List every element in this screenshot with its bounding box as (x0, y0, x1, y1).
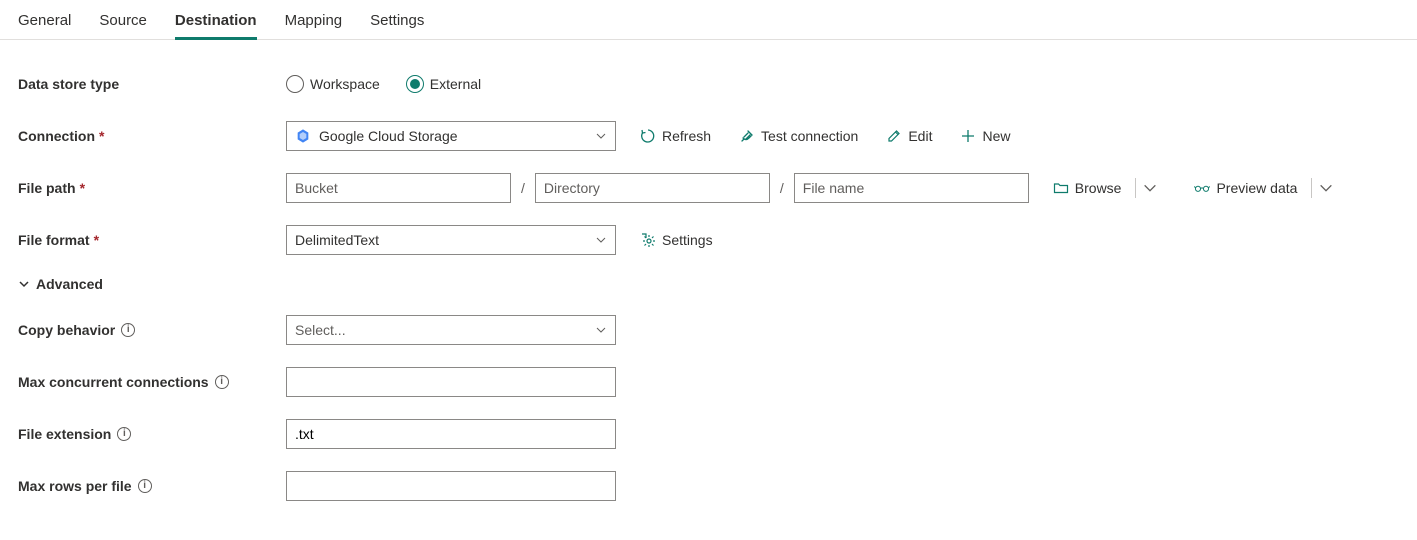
label-connection: Connection (18, 128, 95, 144)
label-copy-behavior: Copy behavior (18, 322, 115, 338)
file-format-value: DelimitedText (295, 232, 379, 248)
info-icon[interactable]: i (138, 479, 152, 493)
test-connection-label: Test connection (761, 128, 858, 144)
chevron-down-icon (595, 130, 607, 142)
file-extension-input-wrap (286, 419, 616, 449)
label-file-format: File format (18, 232, 90, 248)
directory-input-wrap (535, 173, 770, 203)
tabs-bar: General Source Destination Mapping Setti… (0, 0, 1417, 40)
tab-mapping[interactable]: Mapping (285, 6, 343, 40)
info-icon[interactable]: i (215, 375, 229, 389)
browse-label: Browse (1075, 180, 1122, 196)
chevron-down-icon (18, 278, 30, 290)
bucket-input[interactable] (295, 180, 502, 196)
format-settings-label: Settings (662, 232, 713, 248)
radio-external[interactable]: External (406, 75, 481, 93)
required-marker: * (94, 232, 99, 248)
browse-more-button[interactable] (1135, 178, 1164, 198)
info-icon[interactable]: i (117, 427, 131, 441)
label-file-extension: File extension (18, 426, 111, 442)
gear-settings-icon (640, 232, 656, 248)
folder-icon (1053, 180, 1069, 196)
preview-more-button[interactable] (1311, 178, 1340, 198)
advanced-label: Advanced (36, 276, 103, 292)
file-format-select[interactable]: DelimitedText (286, 225, 616, 255)
tab-source[interactable]: Source (99, 6, 147, 40)
plug-icon (739, 128, 755, 144)
format-settings-button[interactable]: Settings (636, 232, 717, 248)
required-marker: * (80, 180, 85, 196)
label-data-store-type: Data store type (18, 76, 286, 92)
browse-button[interactable]: Browse (1049, 180, 1126, 196)
destination-form: Data store type Workspace External Conne… (0, 40, 1417, 540)
filename-input-wrap (794, 173, 1029, 203)
radio-external-label: External (430, 76, 481, 92)
connection-value: Google Cloud Storage (319, 128, 458, 144)
label-max-rows: Max rows per file (18, 478, 132, 494)
new-label: New (982, 128, 1010, 144)
directory-input[interactable] (544, 180, 761, 196)
info-icon[interactable]: i (121, 323, 135, 337)
chevron-down-icon (1318, 180, 1334, 196)
tab-destination[interactable]: Destination (175, 6, 257, 40)
connection-select[interactable]: Google Cloud Storage (286, 121, 616, 151)
radio-workspace-label: Workspace (310, 76, 380, 92)
tab-general[interactable]: General (18, 6, 71, 40)
preview-data-button[interactable]: Preview data (1190, 180, 1301, 196)
pencil-icon (886, 128, 902, 144)
plus-icon (960, 128, 976, 144)
edit-label: Edit (908, 128, 932, 144)
max-rows-input[interactable] (295, 478, 607, 494)
preview-data-label: Preview data (1216, 180, 1297, 196)
chevron-down-icon (595, 324, 607, 336)
test-connection-button[interactable]: Test connection (735, 128, 862, 144)
copy-behavior-select[interactable]: Select... (286, 315, 616, 345)
edit-button[interactable]: Edit (882, 128, 936, 144)
max-concurrent-input[interactable] (295, 374, 607, 390)
label-max-concurrent: Max concurrent connections (18, 374, 209, 390)
tab-settings[interactable]: Settings (370, 6, 424, 40)
chevron-down-icon (595, 234, 607, 246)
refresh-label: Refresh (662, 128, 711, 144)
required-marker: * (99, 128, 104, 144)
google-cloud-storage-icon (295, 128, 311, 144)
advanced-toggle[interactable]: Advanced (18, 276, 1399, 292)
radio-workspace[interactable]: Workspace (286, 75, 380, 93)
refresh-icon (640, 128, 656, 144)
glasses-icon (1194, 180, 1210, 196)
max-rows-input-wrap (286, 471, 616, 501)
file-extension-input[interactable] (295, 426, 607, 442)
new-button[interactable]: New (956, 128, 1014, 144)
label-file-path: File path (18, 180, 76, 196)
copy-behavior-placeholder: Select... (295, 322, 346, 338)
bucket-input-wrap (286, 173, 511, 203)
chevron-down-icon (1142, 180, 1158, 196)
refresh-button[interactable]: Refresh (636, 128, 715, 144)
path-separator: / (519, 180, 527, 196)
max-concurrent-input-wrap (286, 367, 616, 397)
filename-input[interactable] (803, 180, 1020, 196)
path-separator: / (778, 180, 786, 196)
